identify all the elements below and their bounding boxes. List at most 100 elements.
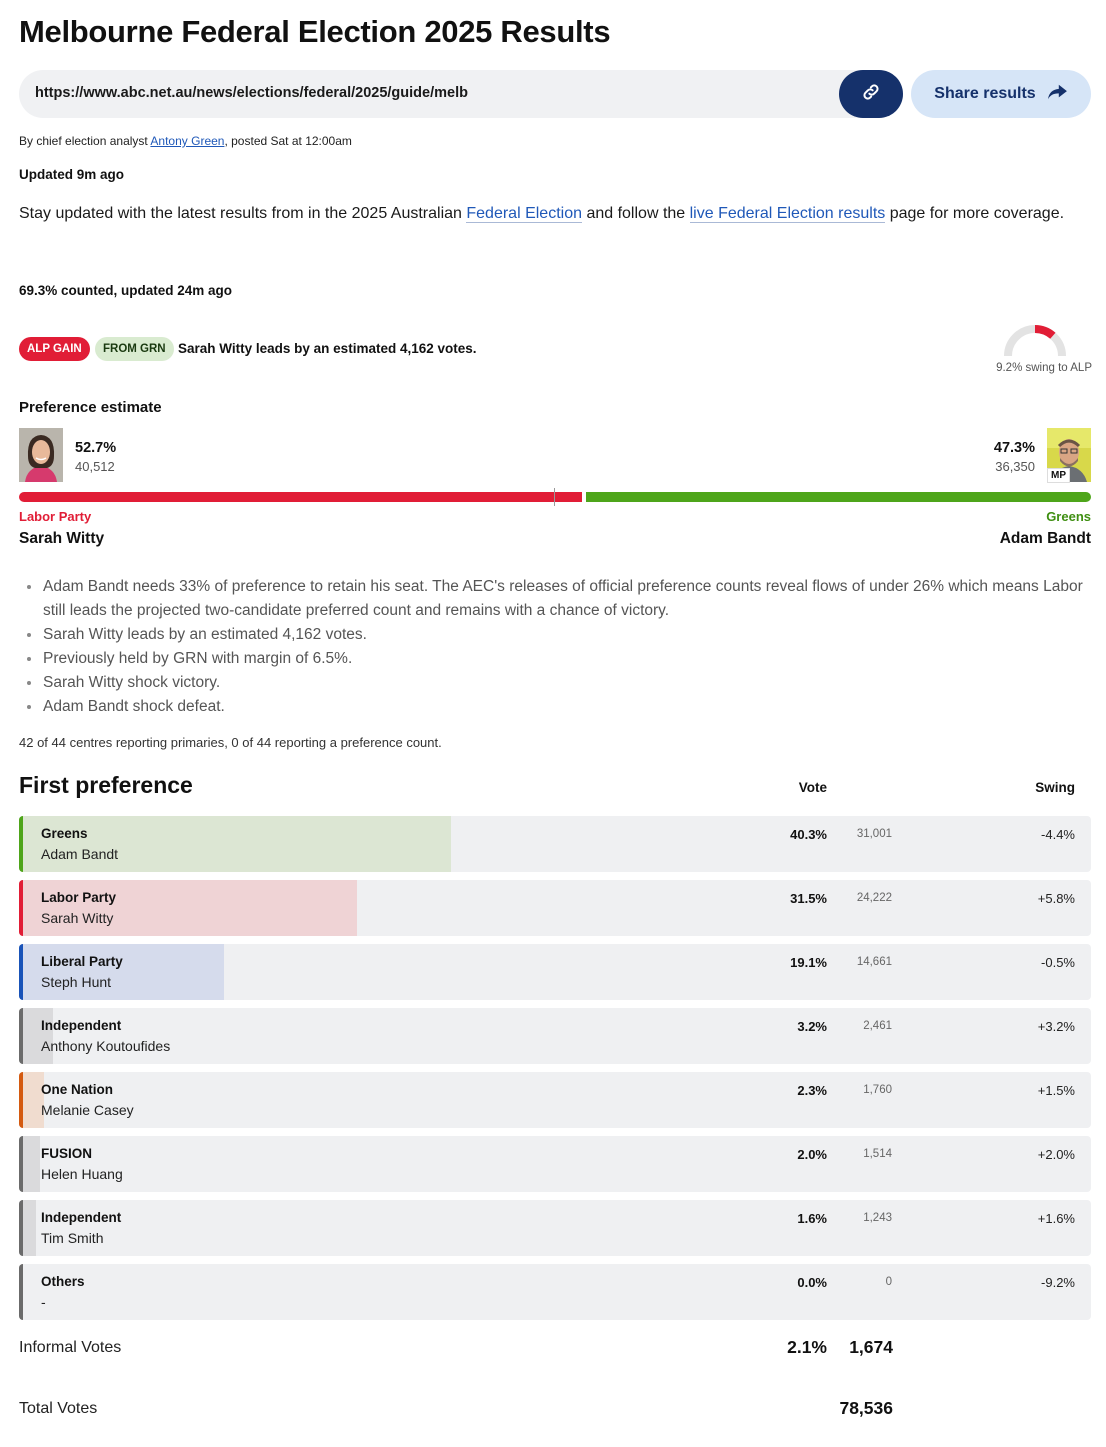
vote-pct: 40.3% (790, 827, 827, 842)
candidate-name: Anthony Koutoufides (41, 1038, 171, 1054)
party-color-edge (19, 1072, 23, 1128)
swing-value: +2.0% (1037, 1147, 1075, 1162)
party-color-edge (19, 1264, 23, 1320)
vote-count: 14,661 (856, 956, 892, 968)
swing-caption: 9.2% swing to ALP (996, 362, 1092, 374)
total-votes-label: Total Votes (19, 1400, 98, 1417)
informal-votes-pct: 2.1% (787, 1337, 827, 1357)
preference-midpoint-marker (554, 488, 555, 506)
greens-party-label: Greens (1046, 509, 1091, 524)
party-name: Liberal Party (41, 954, 123, 969)
live-results-link[interactable]: live Federal Election results (689, 205, 886, 223)
informal-votes-label: Informal Votes (19, 1339, 122, 1356)
greens-candidate-name: Adam Bandt (999, 530, 1091, 547)
vote-count: 1,514 (863, 1148, 892, 1160)
byline: By chief election analyst Antony Green, … (19, 134, 352, 148)
copy-link-button[interactable] (839, 70, 903, 118)
party-color-edge (19, 1008, 23, 1064)
party-color-edge (19, 816, 23, 872)
labor-candidate-name: Sarah Witty (19, 530, 105, 547)
note-item: Previously held by GRN with margin of 6.… (27, 647, 1093, 671)
vote-pct: 3.2% (797, 1019, 827, 1034)
party-name: FUSION (41, 1146, 93, 1161)
greens-preference-pct: 47.3% (993, 440, 1035, 456)
candidate-row: Others - 0.0% 0 -9.2% (19, 1264, 1091, 1320)
vote-share-bar (19, 880, 357, 936)
intro-text-1: Stay updated with the latest results fro… (19, 205, 467, 222)
party-name: One Nation (41, 1082, 114, 1097)
swing-value: +5.8% (1037, 891, 1075, 906)
reporting-status: 42 of 44 centres reporting primaries, 0 … (19, 735, 442, 750)
vote-pct: 2.3% (797, 1083, 827, 1098)
vote-pct: 0.0% (797, 1275, 827, 1290)
note-item: Sarah Witty shock victory. (27, 671, 1093, 695)
author-link[interactable]: Antony Green (150, 134, 224, 148)
party-color-edge (19, 944, 23, 1000)
from-grn-badge: FROM GRN (95, 337, 174, 361)
preference-bar-greens (585, 492, 1091, 502)
greens-preference-votes: 36,350 (995, 459, 1035, 474)
page-title: Melbourne Federal Election 2025 Results (19, 14, 611, 49)
vote-count: 31,001 (856, 828, 892, 840)
preference-heading: Preference estimate (19, 399, 162, 416)
total-votes-count: 78,536 (839, 1398, 893, 1418)
note-item: Sarah Witty leads by an estimated 4,162 … (27, 623, 1093, 647)
sitting-mp-badge: MP (1047, 468, 1070, 483)
candidate-name: Tim Smith (41, 1230, 104, 1246)
swing-value: -9.2% (1041, 1275, 1075, 1290)
swing-gauge-arc (1034, 325, 1056, 339)
vote-count: 2,461 (863, 1020, 892, 1032)
first-preference-heading: First preference (19, 772, 193, 798)
vote-count: 1,760 (863, 1084, 892, 1096)
count-status: 69.3% counted, updated 24m ago (19, 283, 233, 298)
alp-gain-badge: ALP GAIN (19, 337, 90, 361)
share-results-label: Share results (934, 85, 1036, 102)
candidate-row: Independent Tim Smith 1.6% 1,243 +1.6% (19, 1200, 1091, 1256)
candidate-name: Sarah Witty (41, 910, 114, 926)
vote-count: 1,243 (863, 1212, 892, 1224)
note-item: Adam Bandt needs 33% of preference to re… (27, 575, 1093, 623)
federal-election-link[interactable]: Federal Election (466, 205, 582, 223)
vote-share-bar (19, 816, 452, 872)
party-name: Independent (41, 1210, 122, 1225)
preference-bar-labor (19, 492, 582, 502)
lead-summary: Sarah Witty leads by an estimated 4,162 … (178, 341, 477, 356)
party-name: Others (41, 1274, 85, 1289)
intro-text-2: and follow the (582, 205, 690, 222)
vote-count: 0 (885, 1276, 892, 1288)
party-name: Greens (41, 826, 88, 841)
candidate-row: Independent Anthony Koutoufides 3.2% 2,461 +… (19, 1008, 1091, 1064)
swing-value: +3.2% (1037, 1019, 1075, 1034)
party-color-edge (19, 880, 23, 936)
updated-time: Updated 9m ago (19, 167, 125, 182)
vote-share-bar (19, 944, 224, 1000)
swing-gauge (1000, 322, 1070, 358)
swing-column-header: Swing (1035, 780, 1075, 795)
candidate-row: Greens Adam Bandt 40.3% 31,001 -4.4% (19, 816, 1091, 872)
party-color-edge (19, 1200, 23, 1256)
candidate-name: Adam Bandt (41, 846, 119, 862)
candidate-name: - (41, 1294, 46, 1310)
share-url-field[interactable]: https://www.abc.net.au/news/elections/fe… (19, 70, 903, 118)
party-name: Labor Party (41, 890, 117, 905)
swing-value: -0.5% (1041, 955, 1075, 970)
share-arrow-icon (1046, 83, 1068, 106)
party-color-edge (19, 1136, 23, 1192)
labor-preference-pct: 52.7% (75, 440, 117, 456)
labor-party-label: Labor Party (19, 509, 92, 524)
candidate-row: One Nation Melanie Casey 2.3% 1,760 +1.5% (19, 1072, 1091, 1128)
note-item: Adam Bandt shock defeat. (27, 695, 1093, 719)
share-results-button[interactable]: Share results (911, 70, 1091, 118)
link-icon (861, 82, 881, 107)
byline-suffix: , posted Sat at 12:00am (224, 134, 352, 148)
vote-pct: 2.0% (797, 1147, 827, 1162)
result-notes: Adam Bandt needs 33% of preference to re… (27, 575, 1093, 719)
candidate-row: FUSION Helen Huang 2.0% 1,514 +2.0% (19, 1136, 1091, 1192)
share-url-text[interactable]: https://www.abc.net.au/news/elections/fe… (35, 85, 468, 101)
candidate-name: Melanie Casey (41, 1102, 134, 1118)
preference-bar (19, 488, 1091, 506)
labor-preference-votes: 40,512 (75, 459, 115, 474)
swing-value: -4.4% (1041, 827, 1075, 842)
vote-pct: 1.6% (797, 1211, 827, 1226)
byline-prefix: By chief election analyst (19, 134, 151, 148)
